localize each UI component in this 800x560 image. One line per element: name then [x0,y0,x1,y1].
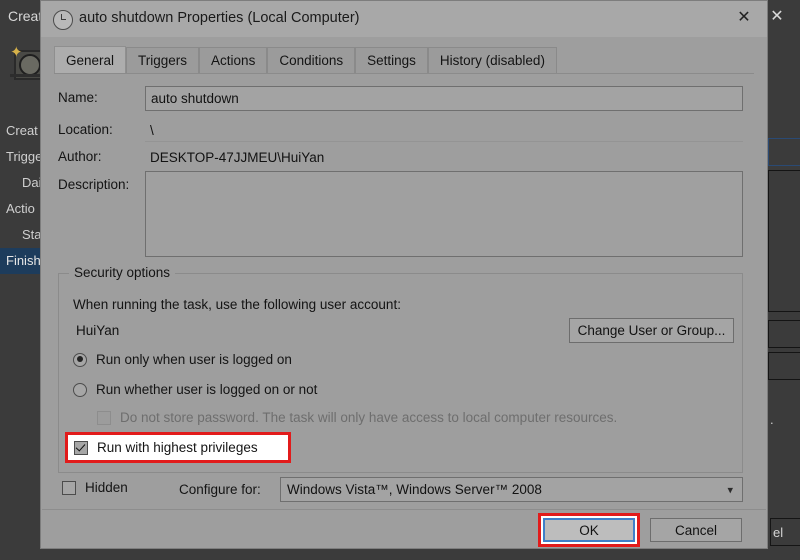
radio-run-whether-logged-on-label: Run whether user is logged on or not [96,382,318,397]
do-not-store-password-label: Do not store password. The task will onl… [120,410,618,425]
radio-run-whether-logged-on[interactable] [73,382,87,397]
background-cancel-button[interactable]: el [770,518,800,546]
tab-actions[interactable]: Actions [199,47,268,73]
sparkle-icon: ✦ [10,44,23,61]
run-with-highest-privileges-label: Run with highest privileges [97,440,258,455]
hidden-checkbox[interactable] [62,480,76,495]
dialog-footer-separator [42,509,766,510]
description-textarea[interactable] [145,171,743,257]
background-control-1[interactable] [768,138,800,166]
security-options-legend: Security options [69,265,176,280]
task-properties-dialog: auto shutdown Properties (Local Computer… [40,0,768,549]
tab-settings[interactable]: Settings [355,47,428,73]
hidden-checkbox-row[interactable]: Hidden [62,480,128,495]
radio-run-only-when-logged-on[interactable] [73,352,87,367]
background-text-fragment: . [770,412,774,427]
hidden-label: Hidden [85,480,128,495]
account-value: HuiYan [71,319,561,342]
background-control-2[interactable] [768,170,800,312]
radio-run-only-when-logged-on-row[interactable]: Run only when user is logged on [73,352,292,367]
description-label: Description: [58,177,130,192]
run-with-highest-privileges-checkbox[interactable] [74,440,88,455]
clock-icon [53,10,73,30]
configure-for-dropdown[interactable]: Windows Vista™, Windows Server™ 2008 ▾ [280,477,743,502]
ok-button[interactable]: OK [543,518,635,542]
change-user-or-group-button[interactable]: Change User or Group... [569,318,734,343]
background-control-3[interactable] [768,320,800,348]
name-input[interactable]: auto shutdown [145,86,743,111]
radio-run-whether-logged-on-row[interactable]: Run whether user is logged on or not [73,382,317,397]
account-prompt: When running the task, use the following… [73,297,401,312]
cancel-button[interactable]: Cancel [650,518,742,542]
run-with-highest-privileges-row[interactable]: Run with highest privileges [74,440,258,455]
tab-general[interactable]: General [54,46,127,74]
author-value: DESKTOP-47JJMEU\HuiYan [145,146,743,169]
configure-for-label: Configure for: [179,482,261,497]
tab-triggers[interactable]: Triggers [126,47,200,73]
location-label: Location: [58,122,113,137]
do-not-store-password-checkbox [97,410,111,425]
dialog-title: auto shutdown Properties (Local Computer… [79,10,360,26]
chevron-down-icon: ▾ [727,484,733,496]
background-window-title: Creat [8,8,43,24]
tab-underline [54,73,754,74]
radio-run-only-when-logged-on-label: Run only when user is logged on [96,352,292,367]
background-control-4[interactable] [768,352,800,380]
configure-for-value: Windows Vista™, Windows Server™ 2008 [287,482,542,497]
screen: Creat ✕ ✦ Creat Trigge Dai Actio Sta Fin… [0,0,800,560]
tab-conditions[interactable]: Conditions [267,47,356,73]
dialog-close-icon[interactable]: ✕ [721,1,767,33]
name-label: Name: [58,90,98,105]
author-label: Author: [58,149,102,164]
tab-history[interactable]: History (disabled) [427,47,557,73]
tab-bar: General Triggers Actions Conditions Sett… [54,46,754,74]
dialog-titlebar: auto shutdown Properties (Local Computer… [41,1,767,37]
location-value: \ [145,119,743,142]
do-not-store-password-row: Do not store password. The task will onl… [97,410,617,425]
